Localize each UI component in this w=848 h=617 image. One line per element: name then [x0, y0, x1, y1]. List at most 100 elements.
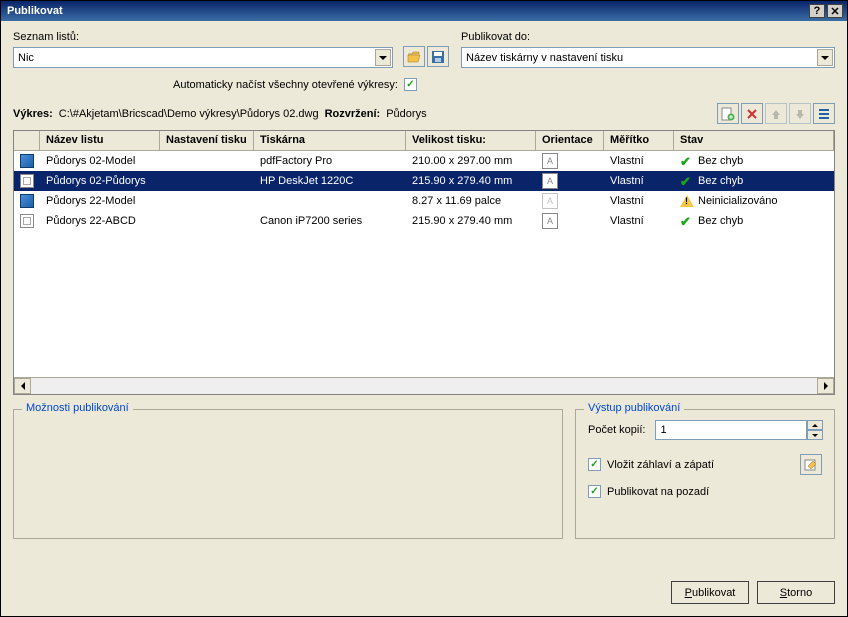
row-icon-cell	[14, 171, 40, 191]
layout-name: Půdorys	[386, 108, 426, 120]
status-ok-icon: ✔	[680, 154, 694, 168]
save-icon	[430, 49, 446, 65]
background-row: Publikovat na pozadí	[588, 485, 822, 498]
col-scale[interactable]: Měřítko	[604, 131, 674, 150]
copies-input[interactable]	[655, 420, 807, 440]
publish-to-select[interactable]: Název tiskárny v nastavení tisku	[461, 47, 835, 68]
row-icon-cell	[14, 191, 40, 211]
col-name[interactable]: Název listu	[40, 131, 160, 150]
row-name-cell: Půdorys 22-ABCD	[40, 211, 160, 231]
row-printer-cell	[254, 191, 406, 211]
publish-output-group: Výstup publikování Počet kopií: Vložit z…	[575, 409, 835, 539]
copies-down-button[interactable]	[807, 430, 823, 440]
row-name-cell: Půdorys 02-Půdorys	[40, 171, 160, 191]
publish-options-legend: Možnosti publikování	[22, 402, 133, 414]
scroll-track[interactable]	[31, 378, 817, 394]
row-printer-cell: pdfFactory Pro	[254, 151, 406, 171]
chevron-down-icon	[375, 49, 391, 66]
model-sheet-icon	[20, 194, 34, 208]
scroll-right-button[interactable]	[817, 378, 834, 394]
table-row[interactable]: Půdorys 22-ABCD Canon iP7200 series215.90…	[14, 211, 834, 231]
layout-label: Rozvržení:	[325, 108, 381, 120]
copies-up-button[interactable]	[807, 420, 823, 430]
table-row[interactable]: Půdorys 22-Model8.27 x 11.69 palceAVlast…	[14, 191, 834, 211]
move-down-button[interactable]	[789, 103, 811, 124]
col-size[interactable]: Velikost tisku:	[406, 131, 536, 150]
row-setup-cell	[160, 171, 254, 191]
row-printer-cell: HP DeskJet 1220C	[254, 171, 406, 191]
status-warning-icon	[680, 195, 694, 207]
row-icon-cell	[14, 151, 40, 171]
lower-panels: Možnosti publikování Výstup publikování …	[13, 409, 835, 539]
grid-header: Název listu Nastavení tisku Tiskárna Vel…	[14, 131, 834, 151]
remove-sheet-button[interactable]	[741, 103, 763, 124]
cancel-button[interactable]: Storno	[757, 581, 835, 604]
horizontal-scrollbar[interactable]	[14, 377, 834, 394]
publish-options-group: Možnosti publikování	[13, 409, 563, 539]
drawing-label: Výkres:	[13, 108, 53, 120]
portrait-orientation-icon: A	[542, 173, 558, 189]
move-up-button[interactable]	[765, 103, 787, 124]
background-checkbox[interactable]	[588, 485, 601, 498]
header-footer-checkbox[interactable]	[588, 458, 601, 471]
background-label: Publikovat na pozadí	[607, 486, 709, 498]
add-sheet-button[interactable]	[717, 103, 739, 124]
publish-to-label: Publikovat do:	[461, 31, 835, 43]
sheet-options-button[interactable]	[813, 103, 835, 124]
row-scale-cell: Vlastní	[604, 211, 674, 231]
row-status-cell: ✔Bez chyb	[674, 211, 834, 231]
layout-sheet-icon	[20, 214, 34, 228]
autoload-label: Automaticky načíst všechny otevřené výkr…	[173, 79, 398, 91]
table-row[interactable]: Půdorys 02-Model pdfFactory Pro210.00 x 2…	[14, 151, 834, 171]
portrait-orientation-icon: A	[542, 153, 558, 169]
chevron-down-icon	[817, 49, 833, 66]
status-ok-icon: ✔	[680, 174, 694, 188]
col-printer[interactable]: Tiskárna	[254, 131, 406, 150]
folder-open-icon	[406, 49, 422, 65]
titlebar: Publikovat ? ✕	[1, 1, 847, 21]
sheet-grid: Název listu Nastavení tisku Tiskárna Vel…	[13, 130, 835, 395]
edit-header-footer-button[interactable]	[800, 454, 822, 475]
col-setup[interactable]: Nastavení tisku	[160, 131, 254, 150]
row-status-cell: ✔Bez chyb	[674, 171, 834, 191]
publish-button[interactable]: Publikovat	[671, 581, 749, 604]
row-scale-cell: Vlastní	[604, 171, 674, 191]
model-sheet-icon	[20, 154, 34, 168]
col-icon[interactable]	[14, 131, 40, 150]
help-button[interactable]: ?	[809, 4, 825, 18]
path-row: Výkres: C:\#Akjetam\Bricscad\Demo výkres…	[13, 103, 835, 124]
status-ok-icon: ✔	[680, 214, 694, 228]
top-row: Seznam listů: Nic Publikovat do: Název t…	[13, 31, 835, 68]
copies-label: Počet kopií:	[588, 424, 645, 436]
row-scale-cell: Vlastní	[604, 191, 674, 211]
publish-dialog: Publikovat ? ✕ Seznam listů: Nic	[0, 0, 848, 617]
close-button[interactable]: ✕	[827, 4, 843, 18]
save-list-button[interactable]	[427, 46, 449, 67]
publish-to-value: Název tiskárny v nastavení tisku	[466, 52, 623, 64]
window-title: Publikovat	[5, 5, 807, 17]
delete-icon	[745, 107, 759, 121]
col-orient[interactable]: Orientace	[536, 131, 604, 150]
row-orient-cell: A	[536, 191, 604, 211]
row-size-cell: 210.00 x 297.00 mm	[406, 151, 536, 171]
sheet-list-select[interactable]: Nic	[13, 47, 393, 68]
open-list-button[interactable]	[403, 46, 425, 67]
scroll-left-button[interactable]	[14, 378, 31, 394]
copies-spinner	[655, 420, 815, 440]
row-status-cell: ✔Bez chyb	[674, 151, 834, 171]
col-status[interactable]: Stav	[674, 131, 834, 150]
row-orient-cell: A	[536, 151, 604, 171]
row-scale-cell: Vlastní	[604, 151, 674, 171]
arrow-up-icon	[769, 107, 783, 121]
row-size-cell: 8.27 x 11.69 palce	[406, 191, 536, 211]
header-footer-label: Vložit záhlaví a zápatí	[607, 459, 714, 471]
row-name-cell: Půdorys 02-Model	[40, 151, 160, 171]
row-printer-cell: Canon iP7200 series	[254, 211, 406, 231]
publish-output-legend: Výstup publikování	[584, 402, 684, 414]
grid-body: Půdorys 02-Model pdfFactory Pro210.00 x 2…	[14, 151, 834, 377]
autoload-checkbox[interactable]	[404, 78, 417, 91]
sheet-list-label: Seznam listů:	[13, 31, 393, 43]
row-size-cell: 215.90 x 279.40 mm	[406, 211, 536, 231]
row-orient-cell: A	[536, 211, 604, 231]
table-row[interactable]: Půdorys 02-PůdorysHP DeskJet 1220C215.90…	[14, 171, 834, 191]
